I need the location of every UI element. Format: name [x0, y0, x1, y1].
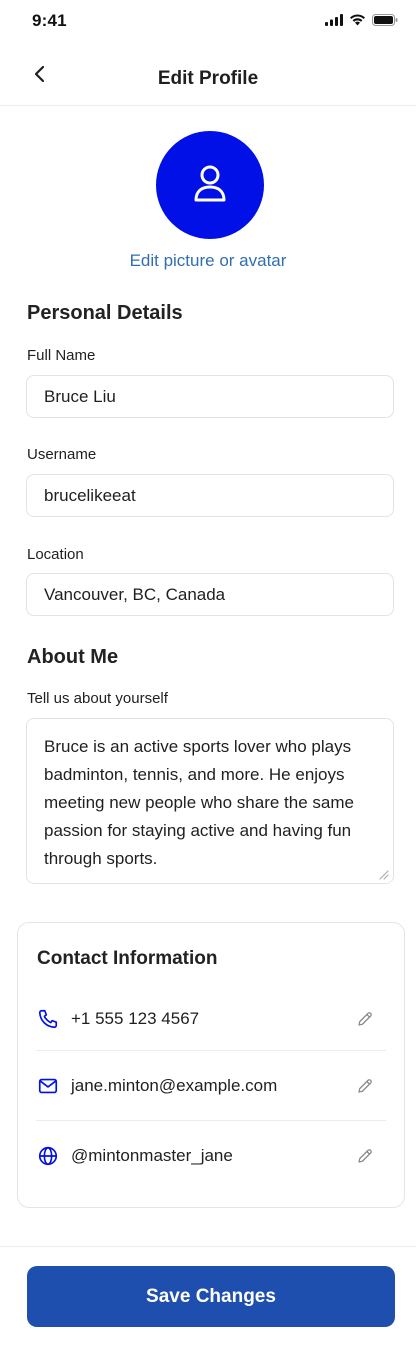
save-button[interactable]: Save Changes: [27, 1266, 395, 1327]
contact-phone: +1 555 123 4567: [71, 1009, 200, 1028]
status-bar: 9:41: [0, 0, 416, 44]
edit-avatar-link[interactable]: Edit picture or avatar: [0, 251, 416, 271]
location-label: Location: [27, 546, 84, 563]
battery-icon: [372, 13, 398, 31]
contact-card: Contact Information +1 555 123 4567 jane…: [17, 922, 405, 1208]
contact-email: jane.minton@example.com: [71, 1075, 278, 1095]
avatar[interactable]: [156, 131, 264, 239]
about-me-heading: About Me: [27, 646, 119, 668]
wifi-icon: [349, 13, 366, 31]
about-label: Tell us about yourself: [27, 690, 168, 707]
nav-bar: Edit Profile: [0, 52, 416, 106]
contact-row-email[interactable]: jane.minton@example.com: [36, 1050, 386, 1120]
mail-icon: [36, 1074, 60, 1098]
globe-icon: [36, 1144, 60, 1168]
contact-row-social[interactable]: @mintonmaster_jane: [36, 1120, 386, 1190]
signal-icon: [325, 13, 343, 31]
username-label: Username: [27, 446, 97, 463]
status-icons: [325, 13, 398, 31]
about-textarea[interactable]: Bruce is an active sports lover who play…: [26, 718, 394, 884]
contact-social: @mintonmaster_jane: [71, 1145, 233, 1165]
personal-details-heading: Personal Details: [27, 302, 183, 324]
full-name-label: Full Name: [27, 347, 96, 364]
username-field[interactable]: [26, 474, 394, 517]
contact-heading: Contact Information: [37, 948, 218, 969]
resize-handle-icon[interactable]: [377, 867, 389, 880]
pencil-icon[interactable]: [354, 1145, 376, 1167]
phone-icon: [36, 1007, 60, 1031]
bottom-bar: Save Changes: [0, 1246, 416, 1348]
page-title: Edit Profile: [157, 68, 259, 89]
user-icon: [188, 161, 232, 210]
contact-row-phone[interactable]: +1 555 123 4567: [36, 984, 386, 1054]
full-name-field[interactable]: [26, 375, 394, 418]
pencil-icon[interactable]: [354, 1075, 376, 1097]
location-field[interactable]: [26, 573, 394, 616]
status-time: 9:41: [32, 11, 67, 30]
pencil-icon[interactable]: [354, 1008, 376, 1030]
